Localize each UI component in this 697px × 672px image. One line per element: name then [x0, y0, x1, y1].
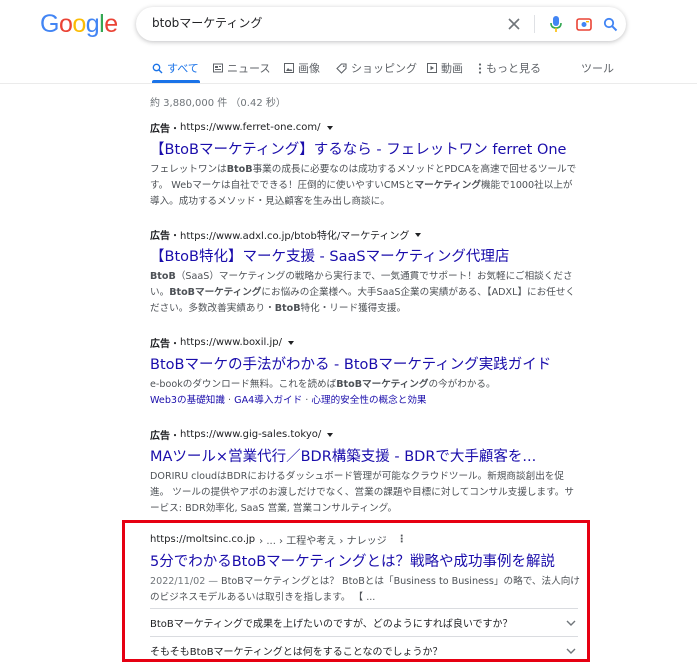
search-divider: [534, 15, 535, 33]
separator-dot: ・: [170, 339, 180, 350]
tab-label: 画像: [298, 62, 320, 75]
tag-icon: [336, 62, 347, 74]
camera-lens-icon[interactable]: [574, 14, 594, 34]
result-title[interactable]: 【BtoBマーケティング】するなら - フェレットワン ferret One: [150, 140, 580, 160]
result-title[interactable]: BtoBマーケの手法がわかる - BtoBマーケティング実践ガイド: [150, 355, 580, 375]
tab-tools[interactable]: ツール: [581, 60, 614, 76]
logo-letter: g: [85, 10, 100, 38]
caret-down-icon[interactable]: [415, 232, 422, 237]
result-title[interactable]: 【BtoB特化】マーケ支援 - SaaSマーケティング代理店: [150, 247, 580, 267]
more-dots-icon: [478, 62, 482, 74]
sitelink[interactable]: 心理的安全性の概念と効果: [311, 395, 426, 406]
image-icon: [284, 63, 294, 73]
result-snippet: 2022/11/02 — BtoBマーケティングとは？ BtoBとは「Busin…: [150, 574, 580, 606]
search-icon: [152, 63, 163, 73]
ad-cite[interactable]: 広告 ・ https://www.adxl.co.jp/btob特化/マーケティ…: [150, 227, 580, 242]
tab-news[interactable]: ニュース: [213, 60, 270, 76]
logo-letter: o: [58, 10, 73, 38]
tab-label: ニュース: [227, 62, 271, 75]
snippet-keyword: BtoB: [226, 164, 253, 175]
sitelink[interactable]: GA4導入ガイド: [234, 395, 302, 406]
ad-result: 広告 ・ https://www.adxl.co.jp/btob特化/マーケティ…: [150, 227, 580, 317]
result-snippet: BtoB（SaaS）マーケティングの戦略から実行まで、一気通貫でサポート！お気軽…: [150, 269, 580, 317]
logo-letter: o: [72, 10, 86, 38]
tab-all[interactable]: すべて: [152, 60, 199, 76]
video-icon: [427, 63, 437, 73]
search-tabs: すべて ニュース 画像 ショッピング 動画 もっと見る ツール: [0, 56, 697, 84]
tab-label: すべて: [167, 62, 199, 75]
caret-down-icon[interactable]: [326, 125, 333, 130]
snippet-keyword: BtoB: [150, 271, 176, 282]
snippet-text: フェレットワンは: [150, 164, 227, 175]
ad-badge: 広告: [150, 339, 170, 350]
active-tab-indicator: [152, 80, 200, 83]
tab-shopping[interactable]: ショッピング: [336, 60, 417, 76]
search-box: [136, 7, 626, 41]
tab-images[interactable]: 画像: [284, 60, 320, 76]
tab-label: 動画: [441, 62, 463, 75]
ad-cite[interactable]: 広告 ・ https://www.ferret-one.com/: [150, 120, 580, 135]
ad-url: https://www.adxl.co.jp/btob特化/マーケティング: [180, 231, 410, 242]
snippet-text: 特化・リード獲得支援。: [300, 303, 407, 314]
search-input[interactable]: [152, 15, 482, 29]
logo-letter: e: [104, 10, 118, 38]
google-logo[interactable]: Google: [40, 10, 118, 39]
search-header: Google btobマーケティング すべて ニュース 画像 ショッピング 動画…: [0, 0, 697, 84]
result-date: 2022/11/02 —: [150, 576, 221, 587]
logo-letter: G: [40, 10, 59, 38]
tab-label: もっと見る: [486, 62, 541, 75]
organic-result: https://moltsinc.co.jp › ... › 工程や考え › ナ…: [150, 532, 580, 606]
tab-more[interactable]: もっと見る: [478, 60, 541, 76]
sitelinks: Web3の基礎知識 · GA4導入ガイド · 心理的安全性の概念と効果: [150, 393, 580, 409]
snippet-text: の今がわかる。: [428, 379, 496, 390]
result-stats: 約 3,880,000 件 （0.42 秒）: [150, 98, 286, 109]
faq-item[interactable]: そもそもBtoBマーケティングとは何をすることなのでしょうか？: [150, 636, 578, 664]
ad-cite[interactable]: 広告 ・ https://www.boxil.jp/: [150, 335, 580, 350]
result-snippet: フェレットワンはBtoB事業の成長に必要なのは成功するメソッドとPDCAを高速で…: [150, 162, 580, 210]
result-cite[interactable]: https://moltsinc.co.jp › ... › 工程や考え › ナ…: [150, 532, 580, 547]
tab-label: ツール: [581, 62, 614, 75]
ad-result: 広告 ・ https://www.ferret-one.com/ 【BtoBマー…: [150, 120, 580, 210]
ad-cite[interactable]: 広告 ・ https://www.gig-sales.tokyo/: [150, 427, 580, 442]
microphone-icon[interactable]: [546, 14, 566, 34]
ad-badge: 広告: [150, 231, 170, 242]
sitelink[interactable]: Web3の基礎知識: [150, 395, 225, 406]
separator-dot: ・: [170, 124, 180, 135]
more-vert-icon[interactable]: ⋮: [397, 534, 407, 545]
chevron-down-icon: [564, 616, 578, 630]
cite-breadcrumb: › ... › 工程や考え › ナレッジ: [259, 536, 387, 547]
separator-dot: ・: [170, 231, 180, 242]
search-icon[interactable]: [600, 14, 620, 34]
ad-url: https://www.ferret-one.com/: [180, 122, 321, 133]
result-title[interactable]: MAツール×営業代行／BDR構築支援 - BDRで大手顧客を...: [150, 447, 580, 467]
result-snippet: e-bookのダウンロード無料。これを読めばBtoBマーケティングの今がわかる。: [150, 377, 580, 393]
snippet-keyword: マーケティング: [414, 180, 481, 191]
tab-label: ショッピング: [351, 62, 417, 75]
ad-badge: 広告: [150, 124, 170, 135]
chevron-down-icon: [564, 644, 578, 658]
result-snippet: DORIRU cloudはBDRにおけるダッシュボード管理が可能なクラウドツール…: [150, 471, 574, 514]
faq-item[interactable]: BtoBマーケティングで成果を上げたいのですが、どのようにすれば良いですか？: [150, 608, 578, 636]
faq-question: そもそもBtoBマーケティングとは何をすることなのでしょうか？: [150, 647, 443, 658]
snippet-keyword: BtoBマーケティング: [169, 287, 262, 298]
ad-url: https://www.boxil.jp/: [180, 337, 282, 348]
news-icon: [213, 63, 223, 73]
snippet-keyword: BtoBマーケティング: [336, 379, 429, 390]
ad-url: https://www.gig-sales.tokyo/: [180, 429, 322, 440]
ad-badge: 広告: [150, 431, 170, 442]
snippet-keyword: BtoB: [274, 303, 301, 314]
clear-icon[interactable]: [504, 14, 524, 34]
caret-down-icon[interactable]: [327, 432, 334, 437]
cite-domain: https://moltsinc.co.jp: [150, 534, 256, 545]
faq-question: BtoBマーケティングで成果を上げたいのですが、どのようにすれば良いですか？: [150, 619, 513, 630]
snippet-text: e-bookのダウンロード無料。これを読めば: [150, 379, 337, 390]
ad-result: 広告 ・ https://www.boxil.jp/ BtoBマーケの手法がわか…: [150, 335, 580, 409]
tab-videos[interactable]: 動画: [427, 60, 463, 76]
result-title[interactable]: 5分でわかるBtoBマーケティングとは？戦略や成功事例を解説: [150, 552, 580, 572]
caret-down-icon[interactable]: [287, 340, 294, 345]
separator-dot: ・: [170, 431, 180, 442]
ad-result: 広告 ・ https://www.gig-sales.tokyo/ MAツール×…: [150, 427, 580, 517]
separator-dot: ·: [225, 395, 235, 406]
